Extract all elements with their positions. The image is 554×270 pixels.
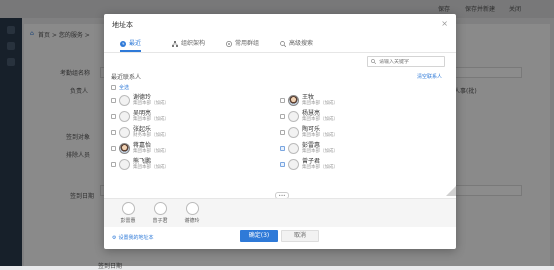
search-icon <box>371 59 376 64</box>
avatar <box>288 126 299 138</box>
contact-item[interactable]: 王牧 集团本部（加成） <box>280 92 430 108</box>
contacts-right-column: 王牧 集团本部（加成） 杨慧亮 集团本部（加成） 陶可乐 集团本部（加成） 彭雷惠 集团本部（… <box>280 92 430 172</box>
select-all-label: 全选 <box>119 85 130 91</box>
resize-corner <box>446 186 456 196</box>
contact-dept: 集团本部（加成） <box>133 100 169 106</box>
contact-name: 杨慧亮 <box>302 109 321 117</box>
select-all[interactable]: 全选 <box>111 84 129 91</box>
contact-checkbox[interactable] <box>280 161 285 167</box>
recent-contacts-label: 最近联系人 <box>111 74 142 81</box>
address-book-dialog: 地址本 × 最近 组织架构 常用群组 高级搜索 最近联系人 清空联系人 全选 谢… <box>104 14 456 249</box>
contact-checkbox[interactable] <box>280 97 285 103</box>
avatar <box>119 158 130 170</box>
avatar <box>288 158 299 170</box>
tab-label: 高级搜索 <box>289 40 314 47</box>
avatar <box>119 94 130 106</box>
avatar <box>185 202 199 215</box>
avatar <box>288 110 299 122</box>
contact-checkbox[interactable] <box>280 129 285 135</box>
contact-checkbox[interactable] <box>111 145 116 151</box>
contact-item[interactable]: 陶可乐 集团本部（加成） <box>280 124 430 140</box>
contact-name: 王牧 <box>302 93 315 101</box>
contact-name: 彭雷惠 <box>302 141 321 149</box>
tab-advanced-search[interactable]: 高级搜索 <box>280 37 313 51</box>
contact-dept: 集团本部（加成） <box>302 116 338 122</box>
contact-item[interactable]: 张起乐 财务本部（加成） <box>111 124 261 140</box>
contact-item[interactable]: 熊飞鹏 集团本部（加成） <box>111 156 261 172</box>
tab-recent[interactable]: 最近 <box>120 37 142 52</box>
avatar <box>121 202 135 215</box>
close-icon[interactable]: × <box>441 19 448 28</box>
avatar <box>288 94 299 106</box>
contact-name: 陶可乐 <box>302 125 321 133</box>
dialog-title: 地址本 <box>112 21 133 29</box>
contact-checkbox[interactable] <box>111 129 116 135</box>
contact-dept: 集团本部（加成） <box>133 116 169 122</box>
avatar <box>119 126 130 138</box>
avatar <box>153 202 167 215</box>
contact-checkbox[interactable] <box>111 113 116 119</box>
contact-dept: 集团本部（加成） <box>302 164 338 170</box>
contact-dept: 集团本部（加成） <box>133 164 169 170</box>
settings-link-label: 设置我的地址本 <box>118 235 154 241</box>
search-icon <box>280 41 286 47</box>
org-icon <box>172 41 178 47</box>
contact-dept: 集团本部（加成） <box>302 148 338 154</box>
contact-dept: 集团本部（加成） <box>302 132 338 138</box>
contact-name: 吴明亮 <box>133 109 152 117</box>
selected-name: 彭雷惠 <box>120 218 136 224</box>
group-icon <box>226 41 232 47</box>
selected-person[interactable]: 曾子君 <box>148 202 172 224</box>
contact-checkbox[interactable] <box>111 161 116 167</box>
selected-person[interactable]: 彭雷惠 <box>116 202 140 224</box>
selected-name: 曾子君 <box>152 218 168 224</box>
avatar <box>288 142 299 154</box>
contact-name: 谢德玲 <box>133 93 152 101</box>
avatar <box>119 142 130 154</box>
tab-org[interactable]: 组织架构 <box>172 37 205 51</box>
confirm-button[interactable]: 确定(3) <box>240 230 278 242</box>
contact-dept: 集团本部（加成） <box>133 148 169 154</box>
contact-name: 蒋嘉怡 <box>133 141 152 149</box>
selected-bar: 彭雷惠 曾子君 谢德玲 <box>104 198 456 227</box>
contact-name: 张起乐 <box>133 125 152 133</box>
contact-item[interactable]: 谢德玲 集团本部（加成） <box>111 92 261 108</box>
contact-name: 熊飞鹏 <box>133 157 152 165</box>
contact-dept: 财务本部（加成） <box>133 132 169 138</box>
contacts-left-column: 谢德玲 集团本部（加成） 吴明亮 集团本部（加成） 张起乐 财务本部（加成） 蒋嘉怡 集团本部… <box>111 92 261 172</box>
gear-icon: ⚙ <box>112 234 117 241</box>
contact-item[interactable]: 彭雷惠 集团本部（加成） <box>280 140 430 156</box>
search-input[interactable] <box>379 58 439 65</box>
tab-bar: 最近 组织架构 常用群组 高级搜索 <box>104 37 456 53</box>
contact-checkbox[interactable] <box>280 113 285 119</box>
tab-label: 最近 <box>129 39 142 47</box>
cancel-button[interactable]: 取消 <box>281 230 319 242</box>
select-all-checkbox[interactable] <box>111 85 116 90</box>
search-box[interactable] <box>367 56 445 67</box>
tab-groups[interactable]: 常用群组 <box>226 37 259 51</box>
selected-name: 谢德玲 <box>184 218 200 224</box>
clock-icon <box>120 40 126 47</box>
contact-checkbox[interactable] <box>111 97 116 103</box>
contact-item[interactable]: 曾子君 集团本部（加成） <box>280 156 430 172</box>
contact-item[interactable]: 吴明亮 集团本部（加成） <box>111 108 261 124</box>
contact-name: 曾子君 <box>302 157 321 165</box>
contact-dept: 集团本部（加成） <box>302 100 338 106</box>
contact-item[interactable]: 杨慧亮 集团本部（加成） <box>280 108 430 124</box>
avatar <box>119 110 130 122</box>
contact-checkbox[interactable] <box>280 145 285 151</box>
selected-person[interactable]: 谢德玲 <box>180 202 204 224</box>
clear-contacts-link[interactable]: 清空联系人 <box>417 73 442 80</box>
address-book-settings-link[interactable]: ⚙ 设置我的地址本 <box>112 234 154 242</box>
tab-label: 组织架构 <box>181 40 206 47</box>
tab-label: 常用群组 <box>235 40 260 47</box>
contact-item[interactable]: 蒋嘉怡 集团本部（加成） <box>111 140 261 156</box>
